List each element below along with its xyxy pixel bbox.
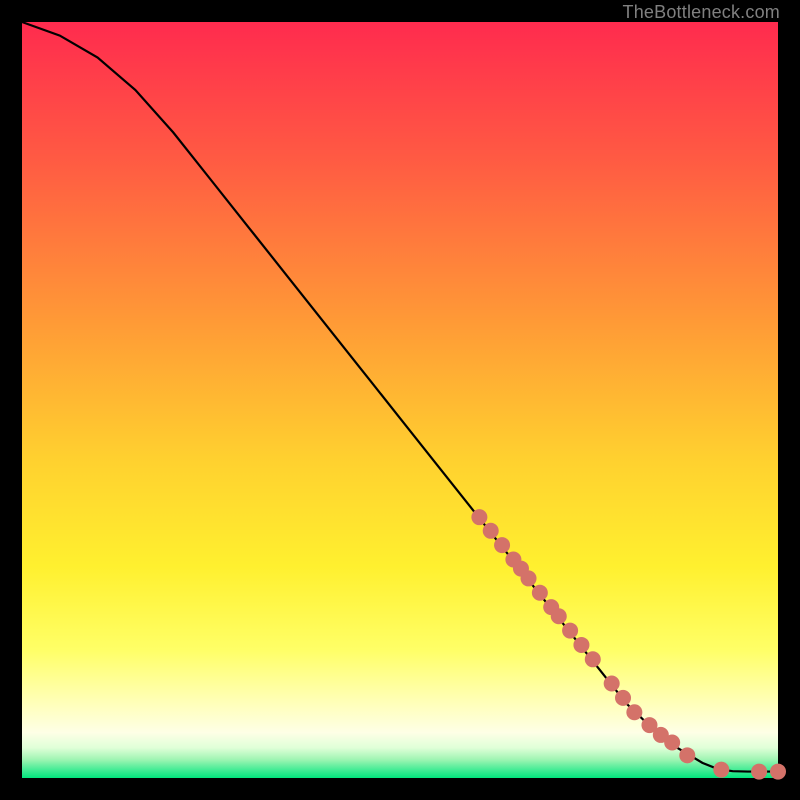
data-marker: [562, 623, 578, 639]
data-marker: [713, 762, 729, 778]
chart-stage: TheBottleneck.com: [0, 0, 800, 800]
data-marker: [573, 637, 589, 653]
data-marker: [532, 585, 548, 601]
attribution-label: TheBottleneck.com: [623, 2, 780, 23]
data-marker: [471, 509, 487, 525]
data-marker: [494, 537, 510, 553]
data-marker: [664, 734, 680, 750]
chart-overlay: [22, 22, 778, 778]
data-marker: [679, 747, 695, 763]
data-marker: [770, 764, 786, 780]
chart-markers: [471, 509, 786, 779]
data-marker: [615, 690, 631, 706]
data-marker: [604, 676, 620, 692]
data-marker: [626, 704, 642, 720]
data-marker: [483, 523, 499, 539]
data-marker: [521, 570, 537, 586]
data-marker: [751, 764, 767, 780]
data-marker: [551, 608, 567, 624]
data-marker: [585, 651, 601, 667]
chart-curve: [22, 22, 778, 772]
